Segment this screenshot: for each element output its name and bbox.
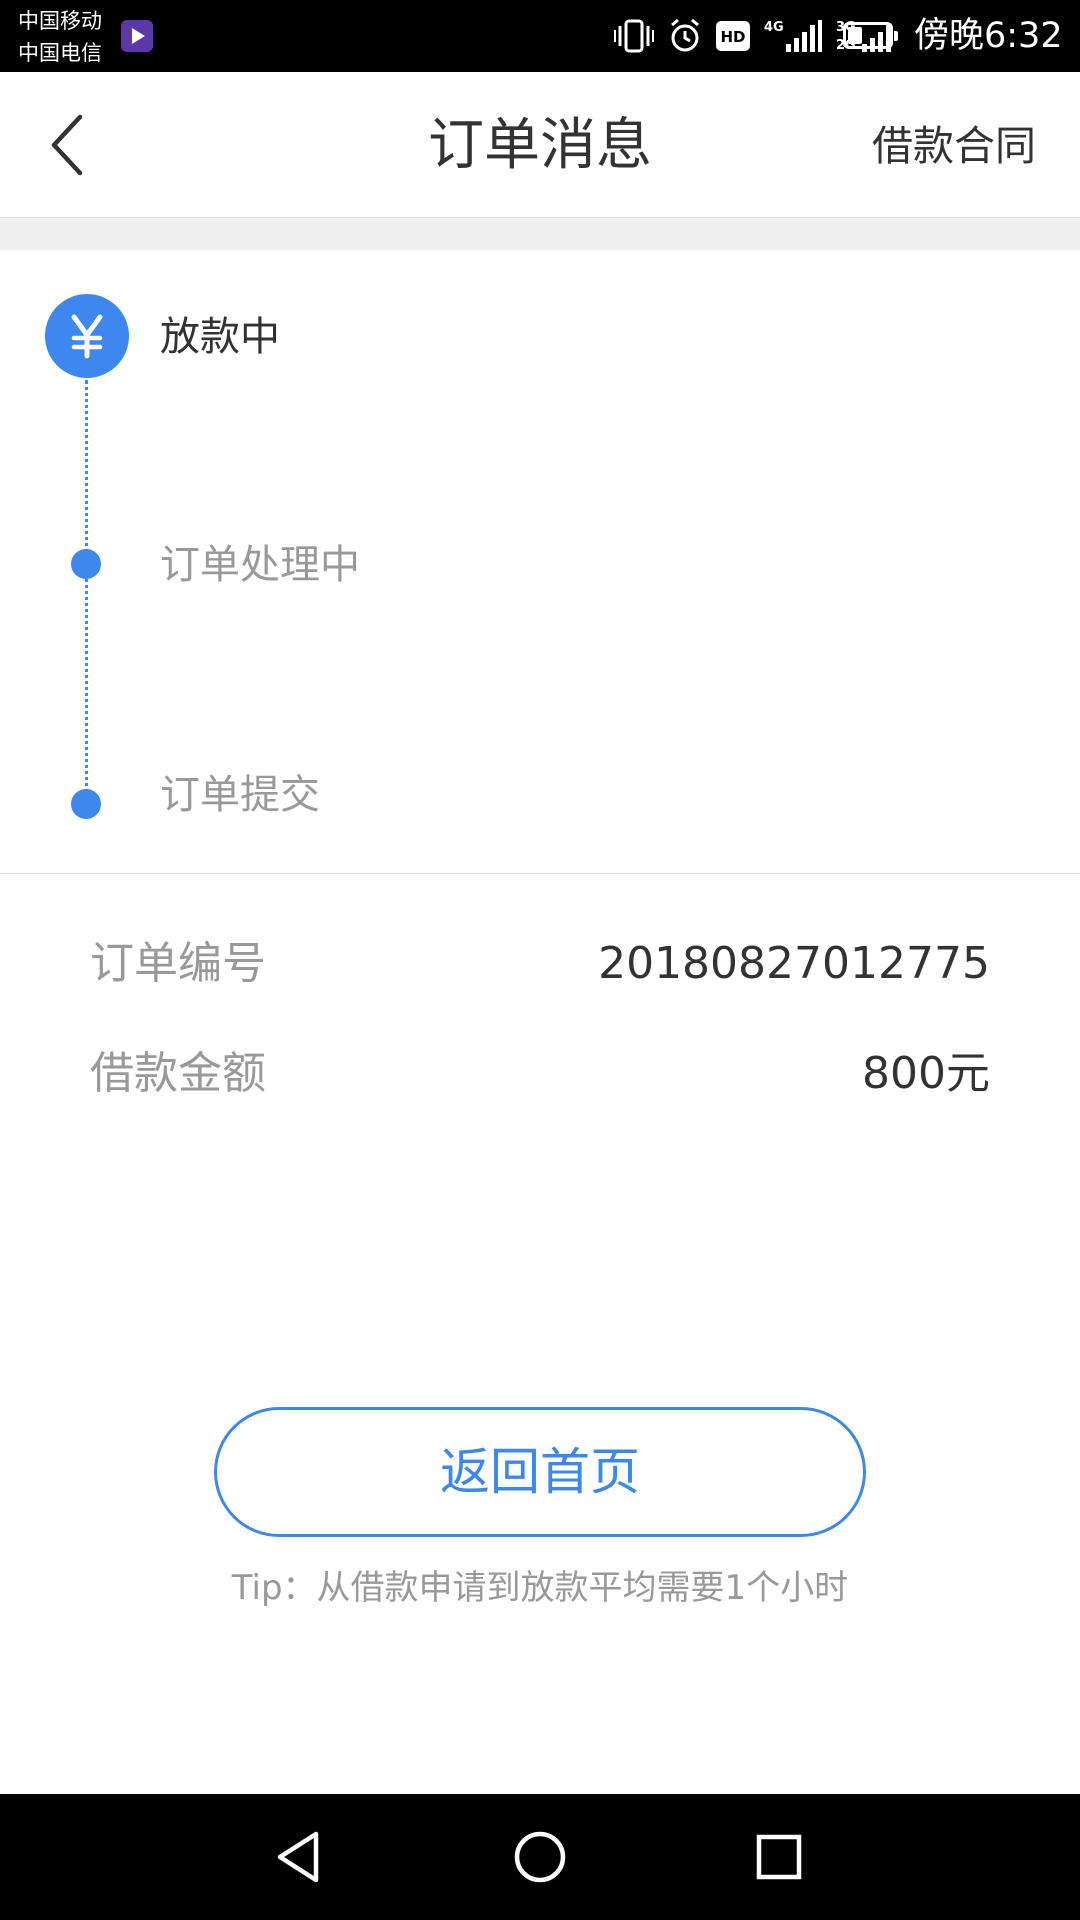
battery-icon <box>843 22 898 49</box>
loan-amount-label: 借款金额 <box>90 1048 266 1099</box>
status-bar: 中国移动 中国电信 HD 4G 3G 2G 傍晚6:32 <box>0 0 1080 72</box>
home-circle-icon <box>514 1831 566 1883</box>
step-dot <box>71 789 101 819</box>
order-status-timeline: 放款中 订单处理中 订单提交 <box>0 250 1080 874</box>
vibrate-icon <box>614 19 654 53</box>
loan-amount-value: 800元 <box>862 1048 990 1099</box>
svg-text:4G: 4G <box>764 20 784 35</box>
order-number-value: 20180827012775 <box>598 938 990 989</box>
svg-text:HD: HD <box>720 28 745 46</box>
carrier-2: 中国电信 <box>18 41 102 65</box>
yen-icon <box>71 314 103 359</box>
section-separator <box>0 218 1080 250</box>
header-bar: 订单消息 借款合同 <box>0 72 1080 218</box>
timeline-connector <box>85 380 88 812</box>
return-home-button[interactable]: 返回首页 <box>214 1407 866 1537</box>
nav-recents-button[interactable] <box>746 1824 812 1890</box>
signal-4g-icon: 4G <box>764 20 822 52</box>
recents-square-icon <box>756 1834 802 1880</box>
alarm-icon <box>671 18 699 52</box>
carrier-1: 中国移动 <box>18 9 102 33</box>
nav-back-button[interactable] <box>266 1824 332 1890</box>
timeline-step-label: 订单处理中 <box>160 542 360 588</box>
chevron-left-icon <box>51 114 83 176</box>
order-number-label: 订单编号 <box>90 938 266 989</box>
back-button[interactable] <box>30 107 110 183</box>
hd-icon: HD <box>716 21 750 51</box>
nav-home-button[interactable] <box>507 1824 573 1890</box>
tip-text: Tip：从借款申请到放款平均需要1个小时 <box>231 1568 849 1608</box>
app-notification-icon <box>121 20 153 52</box>
status-time: 傍晚6:32 <box>914 16 1063 56</box>
loan-contract-link[interactable]: 借款合同 <box>872 120 1036 172</box>
back-triangle-icon <box>277 1831 319 1883</box>
timeline-step-label: 订单提交 <box>160 772 320 818</box>
loan-amount-row: 借款金额 800元 <box>90 1044 990 1104</box>
order-message-page: 订单消息 借款合同 放款中 订单处理中 订单提交 订单编号 2018082701… <box>0 72 1080 1794</box>
page-title: 订单消息 <box>428 113 652 178</box>
system-navigation-bar <box>0 1794 1080 1920</box>
order-number-row: 订单编号 20180827012775 <box>90 934 990 994</box>
timeline-step-label: 放款中 <box>160 314 280 360</box>
step-dot <box>71 549 101 579</box>
step-current-marker <box>45 294 129 378</box>
